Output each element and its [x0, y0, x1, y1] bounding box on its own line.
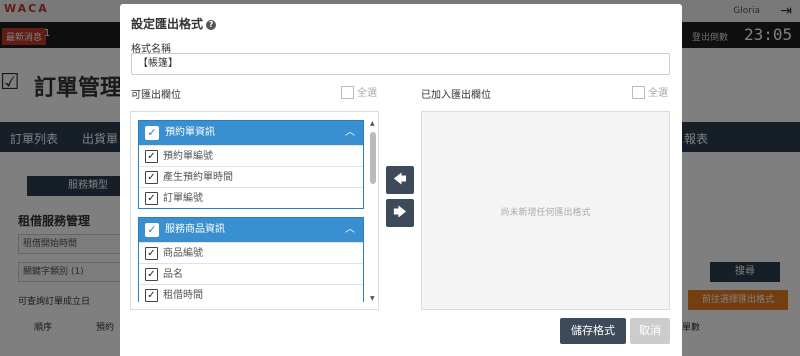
added-fields-panel: 尚未新增任何匯出格式 — [421, 111, 670, 310]
field-item[interactable]: ✓ 租借時間 — [139, 284, 363, 302]
select-all-label: 全選 — [357, 88, 377, 99]
move-left-button[interactable]: 🡄 — [386, 166, 414, 194]
arrow-left-icon: 🡄 — [393, 172, 407, 187]
export-format-modal: 設定匯出格式? 格式名稱 【帳篷】 可匯出欄位 全選 已加入匯出欄位 全選 ✓ … — [120, 4, 682, 356]
field-item[interactable]: ✓ 預約單編號 — [139, 145, 363, 166]
checkbox-icon[interactable] — [632, 86, 645, 99]
select-all-available[interactable]: 全選 — [341, 84, 377, 99]
field-group: ✓ 服務商品資訊 ︿ ✓ 商品編號 ✓ 品名 ✓ 租借時間 — [138, 217, 364, 302]
checkbox-checked-icon[interactable]: ✓ — [145, 192, 158, 205]
modal-title: 設定匯出格式? — [131, 15, 217, 32]
format-name-input[interactable]: 【帳篷】 — [131, 53, 670, 75]
field-item[interactable]: ✓ 產生預約單時間 — [139, 166, 363, 187]
checkbox-checked-icon[interactable]: ✓ — [145, 150, 158, 163]
arrow-right-icon: 🡆 — [393, 205, 407, 220]
added-fields-label: 已加入匯出欄位 — [421, 90, 491, 101]
field-item-label: 產生預約單時間 — [163, 172, 233, 183]
available-fields-panel: ✓ 預約單資訊 ︿ ✓ 預約單編號 ✓ 產生預約單時間 ✓ 訂單編號 ✓ 服務商品資訊… — [130, 111, 379, 310]
available-fields-label: 可匯出欄位 — [131, 90, 181, 101]
scroll-down-icon[interactable]: ▼ — [370, 295, 375, 302]
available-fields-list: ✓ 預約單資訊 ︿ ✓ 預約單編號 ✓ 產生預約單時間 ✓ 訂單編號 ✓ 服務商品資訊… — [138, 120, 364, 302]
move-right-button[interactable]: 🡆 — [386, 199, 414, 227]
field-item[interactable]: ✓ 品名 — [139, 263, 363, 284]
group-header[interactable]: ✓ 預約單資訊 ︿ — [139, 121, 363, 145]
chevron-up-icon[interactable]: ︿ — [345, 218, 355, 242]
field-group: ✓ 預約單資訊 ︿ ✓ 預約單編號 ✓ 產生預約單時間 ✓ 訂單編號 — [138, 120, 364, 209]
field-item-label: 商品編號 — [163, 248, 203, 259]
select-all-label: 全選 — [648, 88, 668, 99]
field-item[interactable]: ✓ 商品編號 — [139, 242, 363, 263]
modal-title-text: 設定匯出格式 — [131, 17, 204, 31]
scroll-up-icon[interactable]: ▲ — [370, 120, 375, 127]
empty-state-text: 尚未新增任何匯出格式 — [500, 208, 591, 218]
checkbox-icon[interactable] — [341, 86, 354, 99]
group-header[interactable]: ✓ 服務商品資訊 ︿ — [139, 218, 363, 242]
field-item-label: 品名 — [163, 269, 183, 280]
checkbox-checked-icon[interactable]: ✓ — [145, 289, 158, 302]
checkbox-checked-icon[interactable]: ✓ — [145, 171, 158, 184]
field-item-label: 預約單編號 — [163, 151, 213, 162]
scrollbar-thumb[interactable] — [370, 132, 376, 184]
checkbox-checked-icon[interactable]: ✓ — [145, 223, 159, 237]
field-item[interactable]: ✓ 訂單編號 — [139, 187, 363, 208]
group-title: 服務商品資訊 — [165, 224, 225, 235]
field-item-label: 訂單編號 — [163, 193, 203, 204]
checkbox-checked-icon[interactable]: ✓ — [145, 247, 158, 260]
scrollbar[interactable]: ▲ ▼ — [369, 120, 377, 302]
chevron-up-icon[interactable]: ︿ — [345, 121, 355, 145]
checkbox-checked-icon[interactable]: ✓ — [145, 126, 159, 140]
field-item-label: 租借時間 — [163, 290, 203, 301]
group-title: 預約單資訊 — [165, 127, 215, 138]
question-circle-icon[interactable]: ? — [206, 20, 217, 30]
checkbox-checked-icon[interactable]: ✓ — [145, 268, 158, 281]
save-format-button[interactable]: 儲存格式 — [560, 318, 626, 344]
select-all-added[interactable]: 全選 — [632, 84, 668, 99]
cancel-button[interactable]: 取消 — [630, 318, 670, 344]
